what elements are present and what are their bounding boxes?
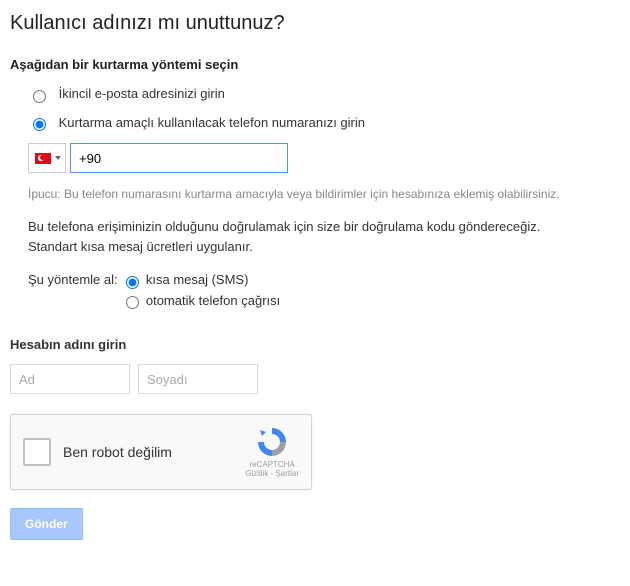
recovery-phone-label[interactable]: Kurtarma amaçlı kullanılacak telefon num… <box>59 115 365 130</box>
verify-line1: Bu telefona erişiminizin olduğunu doğrul… <box>28 219 540 234</box>
recaptcha-brand: reCAPTCHA <box>245 460 299 470</box>
method-call-radio[interactable] <box>126 296 139 309</box>
recovery-subhead: Aşağıdan bir kurtarma yöntemi seçin <box>10 57 620 72</box>
submit-button[interactable]: Gönder <box>10 508 83 540</box>
recaptcha-logo: reCAPTCHA Gizlilik - Şartlar <box>245 426 299 479</box>
phone-input[interactable] <box>70 143 288 173</box>
account-name-title: Hesabın adını girin <box>10 337 620 352</box>
country-code-select[interactable] <box>28 143 66 173</box>
chevron-down-icon <box>55 156 61 160</box>
first-name-input[interactable] <box>10 364 130 394</box>
method-sms-radio[interactable] <box>126 276 139 289</box>
recovery-phone-radio[interactable] <box>33 118 46 131</box>
page-title: Kullanıcı adınızı mı unuttunuz? <box>10 12 620 35</box>
verify-line2: Standart kısa mesaj ücretleri uygulanır. <box>28 239 253 254</box>
method-sms-label[interactable]: kısa mesaj (SMS) <box>146 272 249 287</box>
method-label: Şu yöntemle al: <box>28 272 118 287</box>
recaptcha-icon <box>256 426 288 458</box>
recaptcha-widget: Ben robot değilim reCAPTCHA Gizlilik - Ş… <box>10 414 312 490</box>
recaptcha-checkbox[interactable] <box>23 438 51 466</box>
recovery-email-label[interactable]: İkincil e-posta adresinizi girin <box>59 86 225 101</box>
recaptcha-label: Ben robot değilim <box>63 444 245 460</box>
flag-turkey-icon <box>35 153 51 164</box>
verify-info: Bu telefona erişiminizin olduğunu doğrul… <box>28 217 620 256</box>
last-name-input[interactable] <box>138 364 258 394</box>
method-call-label[interactable]: otomatik telefon çağrısı <box>146 293 280 308</box>
recaptcha-terms[interactable]: Gizlilik - Şartlar <box>245 469 299 479</box>
phone-hint: İpucu: Bu telefon numarasını kurtarma am… <box>28 187 620 201</box>
recovery-email-radio[interactable] <box>33 90 46 103</box>
